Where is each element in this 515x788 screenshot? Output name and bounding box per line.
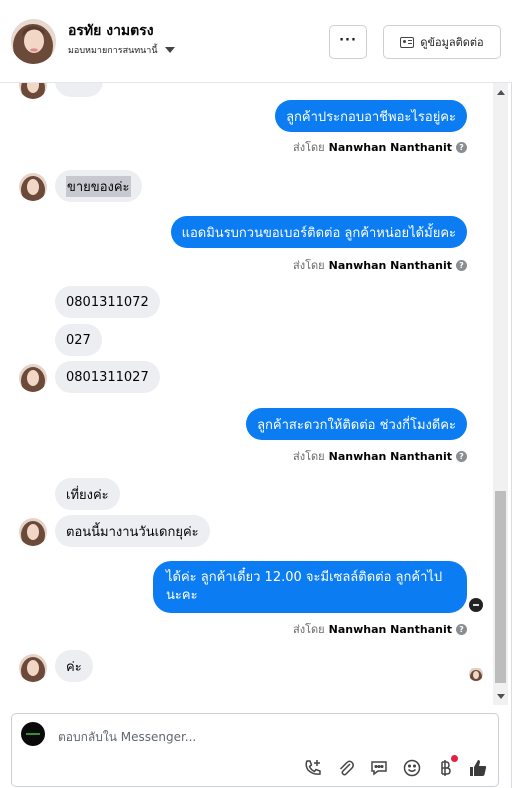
contact-avatar-small (19, 83, 47, 99)
read-receipt-icon (469, 598, 483, 612)
notification-dot (451, 755, 458, 762)
reply-input[interactable]: ตอบกลับใน Messenger... (58, 728, 196, 747)
scroll-up-arrow[interactable] (497, 90, 505, 95)
sent-by-label: ส่งโดย Nanwhan Nanthanit ? (293, 256, 467, 274)
message-bubble-incoming: 0801311072 (55, 286, 160, 318)
agent-name: Nanwhan Nanthanit (328, 622, 452, 636)
message-bubble-incoming: เที่ยงค่ะ (55, 478, 120, 510)
message-bubble-incoming: 027 (55, 324, 102, 356)
thread-scrollbar[interactable] (493, 83, 508, 705)
message-bubble-incoming: ค่ะ (55, 650, 93, 682)
sent-by-label: ส่งโดย Nanwhan Nanthanit ? (293, 620, 467, 638)
agent-name: Nanwhan Nanthanit (328, 140, 452, 154)
reply-composer[interactable]: ตอบกลับใน Messenger... (11, 713, 499, 787)
help-icon[interactable]: ? (456, 259, 467, 271)
message-bubble-incoming: ตอนนี้มางานวันเดกยุค่ะ (55, 515, 210, 547)
sent-by-label: ส่งโดย Nanwhan Nanthanit ? (293, 447, 467, 465)
help-icon[interactable]: ? (456, 623, 467, 635)
sent-by-label: ส่งโดย Nanwhan Nanthanit ? (293, 138, 467, 156)
baht-icon[interactable] (435, 755, 458, 778)
message-bubble-outgoing: แอดมินรบกวนขอเบอร์ติดต่อ ลูกค้าหน่อยได้ม… (170, 216, 467, 248)
sent-by-prefix: ส่งโดย (293, 450, 325, 463)
sent-by-prefix: ส่งโดย (293, 259, 325, 272)
conversation-header: อรทัย งามตรง มอบหมายการสนทนานี้ ··· ดูข้… (0, 0, 512, 83)
agent-name: Nanwhan Nanthanit (328, 449, 452, 463)
composer-toolbar (303, 755, 488, 778)
message-bubble-incoming: 0801311027 (55, 361, 160, 393)
sent-by-prefix: ส่งโดย (293, 623, 325, 636)
scroll-down-arrow[interactable] (497, 694, 505, 699)
contact-avatar[interactable] (11, 19, 56, 64)
page-avatar (21, 722, 45, 746)
view-contact-button[interactable]: ดูข้อมูลติดต่อ (383, 25, 501, 59)
emoji-icon[interactable] (402, 758, 422, 778)
assign-conversation-dropdown[interactable]: มอบหมายการสนทนานี้ (68, 43, 175, 57)
agent-name: Nanwhan Nanthanit (328, 258, 452, 272)
seen-avatar (469, 667, 483, 681)
more-options-button[interactable]: ··· (329, 25, 367, 59)
scroll-thumb[interactable] (495, 491, 506, 683)
message-thread[interactable]: ลูกค้าประกอบอาชีพอะไรอยู่คะ ส่งโดย Nanwh… (0, 83, 493, 705)
id-card-icon (400, 36, 415, 48)
assign-label: มอบหมายการสนทนานี้ (68, 46, 158, 56)
message-bubble-outgoing: ลูกค้าสะดวกให้ติดต่อ ช่วงกี่โมงดีคะ (246, 408, 467, 440)
view-contact-label: ดูข้อมูลติดต่อ (420, 36, 484, 49)
message-bubble-outgoing: ได้ค่ะ ลูกค้าเดี๋ยว 12.00 จะมีเซลล์ติดต่… (153, 561, 467, 613)
chevron-down-icon (164, 47, 175, 53)
message-bubble-outgoing: ลูกค้าประกอบอาชีพอะไรอยู่คะ (275, 100, 467, 132)
help-icon[interactable]: ? (456, 450, 467, 462)
contact-name: อรทัย งามตรง (68, 23, 154, 39)
contact-avatar-small (19, 173, 47, 201)
contact-avatar-small (19, 518, 47, 546)
contact-avatar-small (19, 654, 47, 682)
help-icon[interactable]: ? (456, 141, 467, 153)
contact-avatar-small (19, 364, 47, 392)
message-bubble-incoming (55, 83, 103, 97)
thumbs-up-icon[interactable] (468, 758, 488, 778)
message-bubble-incoming: ขายของค่ะ (55, 170, 142, 202)
phone-add-icon[interactable] (303, 758, 323, 778)
paperclip-icon[interactable] (336, 758, 356, 778)
messenger-panel: อรทัย งามตรง มอบหมายการสนทนานี้ ··· ดูข้… (0, 0, 512, 788)
message-text: ขายของค่ะ (66, 175, 131, 197)
sent-by-prefix: ส่งโดย (293, 141, 325, 154)
chat-bubble-icon[interactable] (369, 758, 389, 778)
